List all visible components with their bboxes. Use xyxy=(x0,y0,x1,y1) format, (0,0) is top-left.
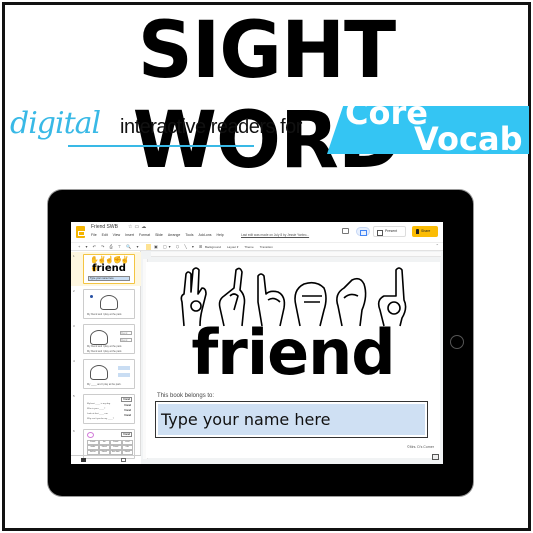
menu-bar: File Edit View Insert Format Slide Arran… xyxy=(91,233,224,237)
slide-thumbnail-2[interactable]: My friend and I play at the park. ● ● ● … xyxy=(83,289,135,319)
toolbar: + ▾ ↶ ↷ ⎙ ⊤ 🔍 ▾ ▣ ▢▾ ⬡ ╲ ▾ ⊞ Background … xyxy=(71,242,443,251)
toolbar-buttons: Background Layout ▾ Theme Transition xyxy=(205,244,273,250)
thumb-word-tag: friend xyxy=(124,409,131,412)
thumb-sentence: My friend and I play at the park. xyxy=(87,350,123,353)
toolbar-insert-icons[interactable]: ▣ ▢▾ ⬡ ╲ ▾ ⊞ xyxy=(154,244,204,250)
bullet-dot xyxy=(90,295,93,298)
menu-arrange[interactable]: Arrange xyxy=(168,233,180,237)
name-text-box[interactable]: Type your name here xyxy=(155,401,428,438)
thumb-row: Why can't you be my ____? xyxy=(87,418,114,420)
meet-icon[interactable] xyxy=(356,227,370,236)
share-button[interactable]: Share xyxy=(412,226,438,237)
illustration-image xyxy=(90,365,108,380)
name-input[interactable]: Type your name here xyxy=(158,404,425,435)
slide-number: 1 xyxy=(73,254,75,258)
menu-help[interactable]: Help xyxy=(217,233,224,237)
thumb-word-box: friend xyxy=(120,331,132,335)
slide-number: 4 xyxy=(73,359,75,363)
menu-format[interactable]: Format xyxy=(139,233,150,237)
slide-number: 3 xyxy=(73,324,75,328)
thumb-sentence: My friend and I play at the park. xyxy=(87,313,123,316)
slide-thumbnail-3[interactable]: friend friend My friend and I play at th… xyxy=(83,324,135,354)
title-icons: ☆▭☁ xyxy=(128,224,148,230)
thumb-answer-box xyxy=(118,366,130,370)
tagline-digital: digital xyxy=(10,106,101,141)
thumb-row: Who is your ____? xyxy=(87,408,106,410)
theme-button[interactable]: Theme xyxy=(244,244,253,250)
tagline-underline xyxy=(68,145,254,147)
home-button[interactable] xyxy=(450,335,464,349)
slide-canvas[interactable]: friend This book belongs to: Type your n… xyxy=(146,262,440,458)
thumb-row: Look at that ____ run. xyxy=(87,413,109,415)
thumb-dots: ● ● ● ● ● ● ● xyxy=(89,317,133,319)
sight-word[interactable]: friend xyxy=(146,318,440,388)
thumb-word-grid: friend fun friend cried under friend fri… xyxy=(87,440,133,455)
tagline-text: interactive readers for xyxy=(120,116,302,138)
toolbar-undo-redo-print-icons[interactable]: + ▾ ↶ ↷ ⎙ ⊤ 🔍 ▾ xyxy=(78,244,141,249)
thumb-circle xyxy=(87,432,94,438)
comments-icon[interactable] xyxy=(342,228,349,234)
illustration-image xyxy=(100,295,118,310)
collapse-toolbar-icon[interactable]: ⌃ xyxy=(436,243,439,248)
background-button[interactable]: Background xyxy=(205,244,221,250)
tablet-screen: Friend SWB ☆▭☁ File Edit View Insert For… xyxy=(71,222,443,464)
layout-button[interactable]: Layout ▾ xyxy=(227,244,238,250)
slides-logo-icon[interactable] xyxy=(76,226,85,238)
menu-add-ons[interactable]: Add-ons xyxy=(198,233,211,237)
menu-slide[interactable]: Slide xyxy=(155,233,163,237)
document-title[interactable]: Friend SWB xyxy=(91,224,118,230)
thumb-word-tag: friend xyxy=(124,404,131,407)
menu-tools[interactable]: Tools xyxy=(185,233,193,237)
promo-title: SIGHT WORD xyxy=(132,6,402,186)
transition-button[interactable]: Transition xyxy=(260,244,273,250)
slide-thumbnail-4[interactable]: My ____ and I play at the park. xyxy=(83,359,135,389)
last-edit-link[interactable]: Last edit was made on July 8 by Jessie Y… xyxy=(241,233,309,237)
slide-thumbnail-1[interactable]: ✋✌☝✊✌☝ friend Type your name here xyxy=(83,254,135,284)
belongs-to-label: This book belongs to: xyxy=(157,393,215,399)
thumb-sentence: My ____ and I play at the park. xyxy=(87,383,122,386)
slide-number: 5 xyxy=(73,394,75,398)
slide-number: 2 xyxy=(73,289,75,293)
toolbar-edit-icons[interactable]: + ▾ ↶ ↷ ⎙ ⊤ 🔍 ▾ xyxy=(78,244,141,250)
slide-filmstrip: 1 ✋✌☝✊✌☝ friend Type your name here 2 My… xyxy=(71,251,141,459)
menu-insert[interactable]: Insert xyxy=(125,233,134,237)
thumb-word-tag: friend xyxy=(121,432,132,437)
slide-number: 6 xyxy=(73,429,75,433)
illustration-image xyxy=(90,330,108,345)
present-button[interactable]: Present xyxy=(373,226,406,237)
app-header: Friend SWB ☆▭☁ File Edit View Insert For… xyxy=(71,222,443,242)
toolbar-shape-line-icons[interactable]: ▣ ▢▾ ⬡ ╲ ▾ ⊞ xyxy=(154,244,204,249)
horizontal-ruler xyxy=(151,252,441,257)
explore-add-icon[interactable] xyxy=(432,454,439,460)
menu-file[interactable]: File xyxy=(91,233,97,237)
cloud-status-icon[interactable]: ☁ xyxy=(141,224,148,230)
thumb-name-field: Type your name here xyxy=(88,276,130,281)
thumb-word: friend xyxy=(92,263,126,274)
thumb-row: My best ____ is my dog. xyxy=(87,403,111,405)
slide-thumbnail-5[interactable]: friend My best ____ is my dog. Who is yo… xyxy=(83,394,135,424)
menu-view[interactable]: View xyxy=(113,233,121,237)
badge-vocab-text: Vocab xyxy=(414,120,523,158)
select-cursor-icon[interactable] xyxy=(146,244,151,250)
thumb-word-tag: friend xyxy=(124,414,131,417)
thumb-word-tag: friend xyxy=(121,397,132,402)
filmstrip-view-icon[interactable] xyxy=(121,458,126,462)
filmstrip-footer xyxy=(71,455,141,464)
credit-text: ©Mrs. D's Corner xyxy=(407,445,434,449)
thumb-sentence: My friend and I play at the park. xyxy=(87,345,123,348)
grid-view-icon[interactable] xyxy=(81,458,86,462)
thumb-word-box: friend xyxy=(120,338,132,342)
menu-edit[interactable]: Edit xyxy=(102,233,108,237)
thumb-answer-box xyxy=(118,373,130,377)
